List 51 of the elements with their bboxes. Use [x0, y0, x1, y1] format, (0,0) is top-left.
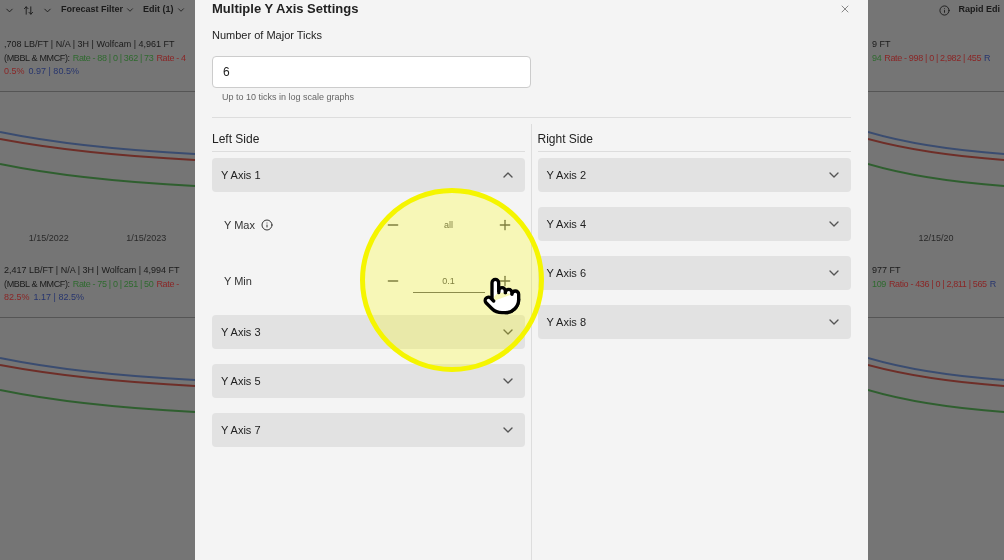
ticks-input-field[interactable]: 6 — [212, 55, 531, 88]
close-icon[interactable] — [839, 3, 851, 15]
stats-text: R — [989, 277, 996, 291]
section-heading: Left Side — [212, 130, 525, 152]
stats-text: 109 — [872, 277, 886, 291]
stats-text: R — [984, 51, 991, 65]
stats-text: Rate - 88 | 0 | 362 | 73 — [72, 51, 154, 65]
chevron-down-icon — [125, 5, 136, 15]
ratio-text: 0.97 | 80.5% — [28, 65, 79, 77]
axis-date-label: 1/15/2023 — [126, 232, 167, 245]
axis-accordion-header[interactable]: Y Axis 5 — [212, 364, 525, 398]
hand-cursor-icon — [482, 276, 522, 316]
ratio-text: 82.5% — [4, 291, 30, 303]
axis-accordion-header[interactable]: Y Axis 8 — [537, 305, 851, 339]
well-header-text: ,708 LB/FT | N/A | 3H | Wolfcam | 4,961 FT — [4, 38, 176, 51]
ratio-text: 1.17 | 82.5% — [33, 291, 84, 303]
ratio-text: 0.5% — [4, 65, 25, 77]
stats-text: Rate - 4 — [156, 51, 186, 65]
toolbar-menu-button[interactable]: Forecast Filter — [61, 3, 136, 17]
chevron-down-icon — [175, 5, 186, 15]
axis-accordion-header[interactable]: Y Axis 3 — [212, 315, 525, 349]
axis-accordion-header[interactable]: Y Axis 4 — [537, 207, 851, 241]
axis-date-label: 1/15/2022 — [28, 232, 69, 245]
field-label: Number of Major Ticks — [212, 28, 324, 43]
axis-value-field[interactable]: all — [412, 213, 485, 237]
axis-value-field[interactable]: 0.1 — [412, 269, 485, 293]
axis-accordion-header[interactable]: Y Axis 2 — [537, 158, 851, 192]
dialog-title: Multiple Y Axis Settings — [212, 1, 359, 16]
sort-icon[interactable] — [23, 4, 34, 16]
axis-accordion-header[interactable]: Y Axis 7 — [212, 413, 525, 447]
toolbar-menu-button[interactable]: Edit (1) — [143, 3, 186, 17]
well-header-text: 977 FT — [872, 264, 902, 277]
info-icon — [939, 4, 951, 16]
field-label: Y Max — [224, 217, 255, 233]
well-header-text: 2,417 LB/FT | N/A | 3H | Wolfcam | 4,994 FT — [4, 264, 181, 277]
stats-text: (MBBL & MMCF): — [4, 51, 70, 65]
field-label: Y Min — [224, 273, 252, 289]
stats-text: Rate - — [156, 277, 179, 291]
stats-text: Rate - 998 | 0 | 2,982 | 455 — [884, 51, 982, 65]
axis-accordion-header[interactable]: Y Axis 1 — [212, 158, 525, 192]
stats-text: 94 — [872, 51, 882, 65]
stats-text: Rate - 75 | 0 | 251 | 50 — [72, 277, 154, 291]
stats-text: (MBBL & MMCF): — [4, 277, 70, 291]
info-icon[interactable] — [261, 219, 273, 231]
well-header-text: 9 FT — [872, 38, 892, 51]
axis-accordion-header[interactable]: Y Axis 6 — [537, 256, 851, 290]
section-heading: Right Side — [537, 130, 851, 152]
stats-text: Ratio - 436 | 0 | 2,811 | 565 — [888, 277, 987, 291]
axis-date-label: 12/15/20 — [918, 232, 954, 245]
toolbar-menu-button[interactable]: Rapid Edi — [958, 3, 1000, 17]
helper-text: Up to 10 ticks in log scale graphs — [222, 90, 356, 104]
